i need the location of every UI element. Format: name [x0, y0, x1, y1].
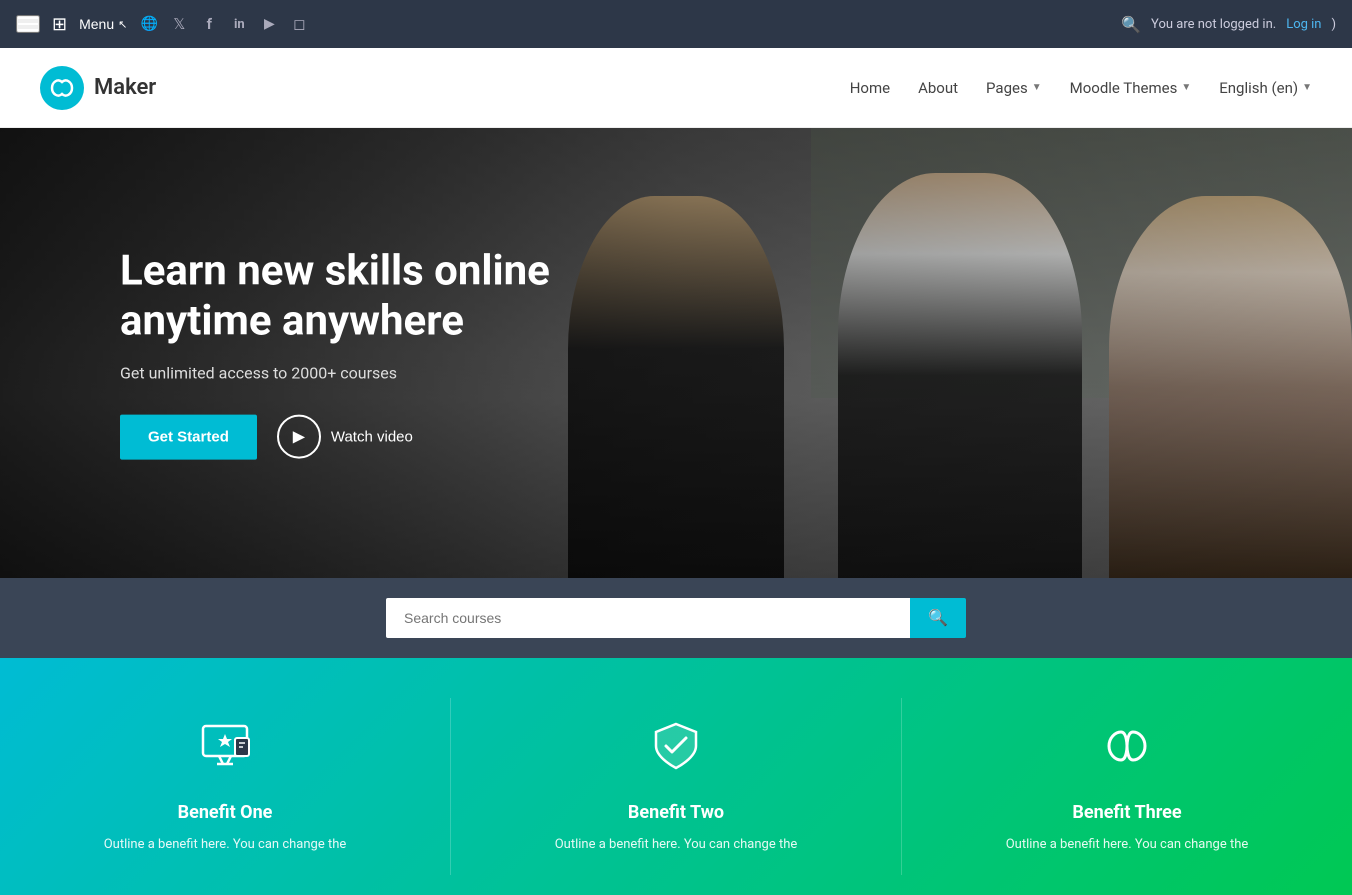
hero-subtitle: Get unlimited access to 2000+ courses	[120, 363, 600, 382]
linkedin-icon[interactable]: in	[229, 14, 249, 34]
pages-dropdown-arrow: ▼	[1032, 82, 1042, 93]
hamburger-button[interactable]	[16, 15, 40, 33]
not-logged-in-text: You are not logged in.	[1151, 17, 1276, 32]
watch-video-button[interactable]: ▶ Watch video	[277, 415, 413, 459]
twitter-icon[interactable]: 𝕏	[169, 14, 189, 34]
play-button-icon: ▶	[277, 415, 321, 459]
search-bar: 🔍	[386, 598, 966, 638]
benefit-1-title: Benefit One	[178, 802, 273, 823]
hero-content: Learn new skills online anytime anywhere…	[120, 247, 600, 460]
hero-title: Learn new skills online anytime anywhere	[120, 247, 600, 348]
nav-pages[interactable]: Pages ▼	[986, 79, 1042, 97]
logo-text: Maker	[94, 75, 156, 100]
benefit-2-text: Outline a benefit here. You can change t…	[555, 835, 798, 855]
nav-language[interactable]: English (en) ▼	[1219, 79, 1312, 97]
logo-svg	[48, 74, 76, 102]
nav-moodle-themes[interactable]: Moodle Themes ▼	[1070, 79, 1192, 97]
topbar-search-icon[interactable]: 🔍	[1121, 15, 1141, 34]
benefit-item-2: Benefit Two Outline a benefit here. You …	[451, 698, 902, 875]
globe-icon[interactable]: 🌐	[139, 14, 159, 34]
benefit-item-1: Benefit One Outline a benefit here. You …	[0, 698, 451, 875]
shield-check-icon	[648, 718, 704, 786]
menu-button[interactable]: Menu ↖	[79, 16, 127, 32]
benefit-item-3: Benefit Three Outline a benefit here. Yo…	[902, 698, 1352, 875]
cursor-indicator: ↖	[118, 18, 127, 31]
infinity-icon	[1099, 718, 1155, 786]
top-bar: ⊞ Menu ↖ 🌐 𝕏 f in ▶ ◻ 🔍 You are not logg…	[0, 0, 1352, 48]
language-dropdown-arrow: ▼	[1302, 82, 1312, 93]
benefit-1-text: Outline a benefit here. You can change t…	[104, 835, 347, 855]
benefit-2-title: Benefit Two	[628, 802, 724, 823]
nav-about[interactable]: About	[918, 79, 958, 97]
search-section: 🔍	[0, 578, 1352, 658]
nav-links: Home About Pages ▼ Moodle Themes ▼ Engli…	[850, 79, 1312, 97]
hero-section: Learn new skills online anytime anywhere…	[0, 128, 1352, 578]
logo-link[interactable]: Maker	[40, 66, 850, 110]
main-navigation: Maker Home About Pages ▼ Moodle Themes ▼…	[0, 48, 1352, 128]
youtube-icon[interactable]: ▶	[259, 14, 279, 34]
hero-buttons: Get Started ▶ Watch video	[120, 414, 600, 459]
menu-label: Menu	[79, 16, 114, 32]
monitor-star-icon	[197, 718, 253, 786]
grid-icon: ⊞	[52, 14, 67, 35]
social-icons-bar: 🌐 𝕏 f in ▶ ◻	[139, 14, 309, 34]
get-started-button[interactable]: Get Started	[120, 414, 257, 459]
moodle-dropdown-arrow: ▼	[1181, 82, 1191, 93]
search-btn-icon: 🔍	[928, 610, 948, 627]
logo-icon	[40, 66, 84, 110]
search-button[interactable]: 🔍	[910, 598, 966, 638]
login-link[interactable]: Log in	[1286, 17, 1321, 32]
facebook-icon[interactable]: f	[199, 14, 219, 34]
instagram-icon[interactable]: ◻	[289, 14, 309, 34]
nav-home[interactable]: Home	[850, 79, 890, 97]
watch-video-label: Watch video	[331, 428, 413, 445]
benefits-section: Benefit One Outline a benefit here. You …	[0, 658, 1352, 895]
benefit-3-text: Outline a benefit here. You can change t…	[1006, 835, 1249, 855]
benefit-3-title: Benefit Three	[1072, 802, 1181, 823]
top-bar-left: ⊞ Menu ↖ 🌐 𝕏 f in ▶ ◻	[16, 14, 1121, 35]
top-bar-right: 🔍 You are not logged in. Log in )	[1121, 15, 1336, 34]
search-input[interactable]	[386, 598, 910, 638]
